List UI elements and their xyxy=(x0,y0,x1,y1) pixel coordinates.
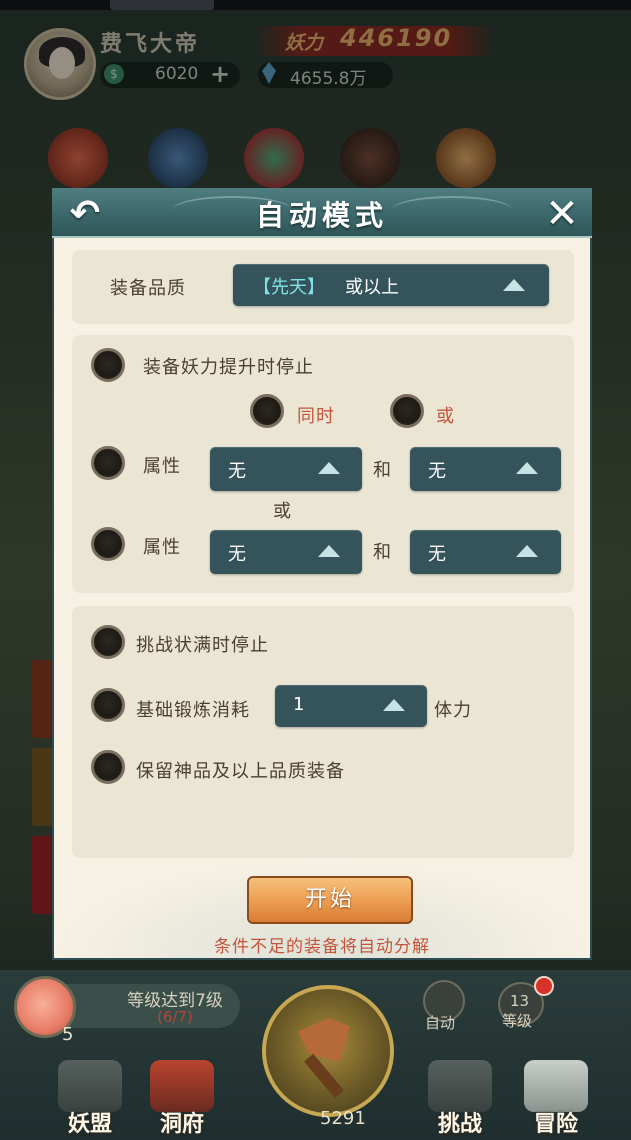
mode-and-radio[interactable] xyxy=(250,394,284,428)
attr-row-2-first-value: 无 xyxy=(228,544,246,565)
caret-up-icon xyxy=(503,279,525,291)
stop-on-challenge-radio[interactable] xyxy=(91,625,125,659)
nav-alliance[interactable]: 妖盟 xyxy=(50,1060,130,1137)
attr-row-2-first-dropdown[interactable]: 无 xyxy=(210,530,362,574)
caret-up-icon xyxy=(516,462,538,474)
resource-counter: 5291 xyxy=(320,1108,366,1129)
attr-or-label: 或 xyxy=(273,501,292,522)
nav-alliance-label: 妖盟 xyxy=(67,1112,112,1137)
level-badge-number: 13 xyxy=(510,992,530,1010)
challenge-icon xyxy=(428,1060,492,1112)
nav-cave-label: 洞府 xyxy=(159,1112,204,1137)
attr-row-2-joiner: 和 xyxy=(373,542,392,563)
quality-label: 装备品质 xyxy=(110,278,186,299)
forge-cost-radio[interactable] xyxy=(91,688,125,722)
attr-row-2-label: 属性 xyxy=(143,537,181,558)
attr-row-1-radio[interactable] xyxy=(91,446,125,480)
attr-row-2-second-value: 无 xyxy=(428,544,446,565)
keep-divine-radio[interactable] xyxy=(91,750,125,784)
back-arrow-icon[interactable]: ↶ xyxy=(62,194,108,234)
quality-dropdown-bracket: 【先天】 xyxy=(253,277,325,298)
caret-up-icon xyxy=(516,545,538,557)
notification-dot xyxy=(534,976,554,996)
start-button[interactable]: 开始 xyxy=(247,876,413,924)
level-badge-label: 等级 xyxy=(502,1012,533,1030)
attr-row-1-first-value: 无 xyxy=(228,461,246,482)
nav-adventure-label: 冒险 xyxy=(533,1112,578,1137)
stop-on-power-label: 装备妖力提升时停止 xyxy=(143,357,314,378)
attr-row-1-label: 属性 xyxy=(143,456,181,477)
auto-mode-label: 自动 xyxy=(425,1014,456,1032)
dialog-title: 自动模式 xyxy=(255,199,388,232)
adventure-icon xyxy=(524,1060,588,1112)
nav-challenge-label: 挑战 xyxy=(437,1112,482,1137)
nav-challenge[interactable]: 挑战 xyxy=(420,1060,500,1137)
nav-cave[interactable]: 洞府 xyxy=(142,1060,222,1137)
alliance-icon xyxy=(58,1060,122,1112)
attr-row-1-second-value: 无 xyxy=(428,461,446,482)
mode-or-radio[interactable] xyxy=(390,394,424,428)
attr-row-1-first-dropdown[interactable]: 无 xyxy=(210,447,362,491)
caret-up-icon xyxy=(383,699,405,711)
stop-on-challenge-label: 挑战状满时停止 xyxy=(136,635,269,656)
forge-cost-dropdown[interactable]: 1 xyxy=(275,685,427,727)
attr-row-1-joiner: 和 xyxy=(373,460,392,481)
quality-dropdown[interactable]: 【先天】 或以上 xyxy=(233,264,549,306)
stop-on-power-radio[interactable] xyxy=(91,348,125,382)
nav-adventure[interactable]: 冒险 xyxy=(516,1060,596,1137)
close-x-icon[interactable]: ✕ xyxy=(540,192,584,236)
attr-row-2-radio[interactable] xyxy=(91,527,125,561)
keep-divine-label: 保留神品及以上品质装备 xyxy=(136,761,345,782)
mode-and-label: 同时 xyxy=(297,406,335,427)
cave-icon xyxy=(150,1060,214,1112)
attr-row-1-second-dropdown[interactable]: 无 xyxy=(410,447,561,491)
mode-or-label: 或 xyxy=(436,406,455,427)
auto-decompose-hint: 条件不足的装备将自动分解 xyxy=(214,937,430,957)
attr-row-2-second-dropdown[interactable]: 无 xyxy=(410,530,561,574)
quality-dropdown-suffix: 或以上 xyxy=(345,277,399,298)
peach-count: 5 xyxy=(62,1024,74,1045)
caret-up-icon xyxy=(318,545,340,557)
caret-up-icon xyxy=(318,462,340,474)
level-goal-progress: (6/7) xyxy=(157,1008,193,1026)
forge-cost-label: 基础锻炼消耗 xyxy=(136,700,250,721)
forge-cost-value: 1 xyxy=(293,694,305,715)
forge-cost-unit: 体力 xyxy=(434,700,472,721)
